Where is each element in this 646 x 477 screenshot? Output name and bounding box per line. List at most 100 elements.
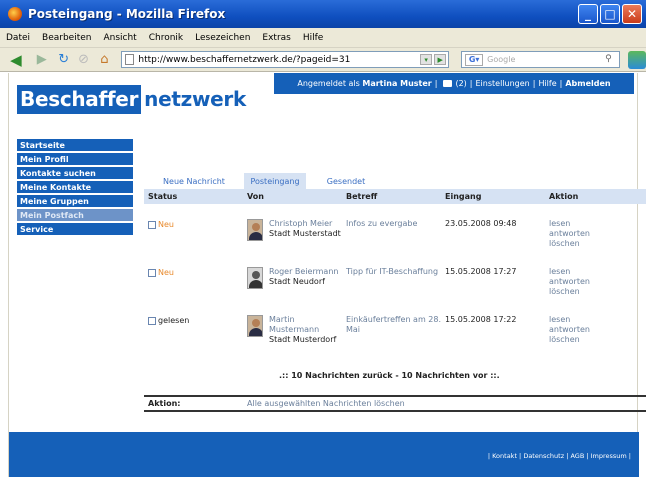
column-action: Aktion — [549, 192, 579, 201]
menu-file[interactable]: Datei — [6, 33, 30, 43]
logged-in-prefix: Angemeldet als — [297, 79, 360, 88]
logout-link[interactable]: Abmelden — [565, 79, 610, 88]
sidebar-item-meine-gruppen[interactable]: Meine Gruppen — [17, 195, 133, 207]
avatar-placeholder[interactable] — [247, 267, 263, 289]
row-actions: lesen antworten löschen — [549, 315, 590, 345]
site-logo[interactable]: Beschaffer netzwerk — [17, 85, 246, 114]
tab-neue-nachricht[interactable]: Neue Nachricht — [144, 173, 244, 189]
menu-tools[interactable]: Extras — [262, 33, 290, 43]
sidebar-item-service[interactable]: Service — [17, 223, 133, 235]
menu-edit[interactable]: Bearbeiten — [42, 33, 91, 43]
maximize-button[interactable]: □ — [600, 4, 620, 24]
url-text[interactable]: http://www.beschaffernetzwerk.de/?pageid… — [138, 55, 350, 65]
row-actions: lesen antworten löschen — [549, 219, 590, 249]
sender-cell: Roger Beiermann Stadt Neudorf — [269, 267, 347, 287]
subject-link[interactable]: Einkäufertreffen am 28. Mai — [346, 315, 444, 335]
menu-view[interactable]: Ansicht — [103, 33, 136, 43]
sender-city: Stadt Musterdorf — [269, 335, 337, 344]
received-date: 15.05.2008 17:22 — [445, 315, 517, 324]
help-link[interactable]: Hilfe — [538, 79, 556, 88]
avatar[interactable] — [247, 219, 263, 241]
status-label: gelesen — [158, 316, 190, 325]
side-navigation: Startseite Mein Profil Kontakte suchen M… — [17, 139, 133, 237]
search-placeholder[interactable]: Google — [487, 55, 515, 64]
search-icon[interactable]: ⚲ — [605, 54, 617, 65]
table-row: Neu Roger Beiermann Stadt Neudorf Tipp f… — [144, 267, 646, 315]
sender-name[interactable]: Roger Beiermann — [269, 267, 347, 277]
read-link[interactable]: lesen — [549, 267, 590, 277]
web-page: Angemeldet als Martina Muster | (2) | Ei… — [8, 73, 646, 477]
url-bar[interactable]: http://www.beschaffernetzwerk.de/?pageid… — [121, 51, 450, 68]
menu-bookmarks[interactable]: Lesezeichen — [195, 33, 250, 43]
read-link[interactable]: lesen — [549, 315, 590, 325]
table-header: Status Von Betreff Eingang Aktion — [144, 189, 646, 204]
footer-links[interactable]: | Kontakt | Datenschutz | AGB | Impressu… — [488, 452, 631, 460]
sidebar-item-mein-postfach[interactable]: Mein Postfach — [17, 209, 133, 221]
sidebar-item-meine-kontakte[interactable]: Meine Kontakte — [17, 181, 133, 193]
received-date: 15.05.2008 17:27 — [445, 267, 517, 276]
search-bar[interactable]: G▾ Google ⚲ — [461, 51, 621, 68]
table-row: Neu Christoph Meier Stadt Musterstadt In… — [144, 219, 646, 267]
status-cell: Neu — [148, 268, 174, 277]
sidebar-item-mein-profil[interactable]: Mein Profil — [17, 153, 133, 165]
forward-arrow-icon[interactable]: ▶ — [32, 52, 52, 68]
column-status: Status — [148, 192, 178, 201]
tab-gesendet[interactable]: Gesendet — [306, 173, 386, 189]
mail-count[interactable]: (2) — [455, 79, 466, 88]
column-date: Eingang — [445, 192, 482, 201]
column-from: Von — [247, 192, 264, 201]
window-controls: _ □ ✕ — [578, 4, 642, 24]
subject-link[interactable]: Tipp für IT-Beschaffung — [346, 267, 444, 277]
dropdown-arrow-icon[interactable]: ▾ — [420, 54, 433, 65]
back-arrow-icon[interactable]: ◀ — [4, 51, 28, 69]
bulk-action-bar: Aktion: Alle ausgewählten Nachrichten lö… — [144, 395, 646, 412]
reload-icon[interactable]: ↻ — [56, 52, 72, 68]
sidebar-item-startseite[interactable]: Startseite — [17, 139, 133, 151]
google-icon[interactable]: G▾ — [465, 53, 484, 66]
reply-link[interactable]: antworten — [549, 325, 590, 335]
menu-bar: Datei Bearbeiten Ansicht Chronik Lesezei… — [0, 28, 646, 48]
sender-name[interactable]: Christoph Meier — [269, 219, 347, 229]
pagination[interactable]: .:: 10 Nachrichten zurück - 10 Nachricht… — [279, 371, 500, 380]
menu-history[interactable]: Chronik — [149, 33, 183, 43]
sidebar-item-kontakte-suchen[interactable]: Kontakte suchen — [17, 167, 133, 179]
table-row: gelesen Martin Mustermann Stadt Musterdo… — [144, 315, 646, 363]
column-subject: Betreff — [346, 192, 378, 201]
navigation-toolbar: ◀ ▶ ↻ ⊘ ⌂ http://www.beschaffernetzwerk.… — [0, 48, 646, 72]
status-cell: gelesen — [148, 316, 189, 325]
settings-link[interactable]: Einstellungen — [476, 79, 530, 88]
close-button[interactable]: ✕ — [622, 4, 642, 24]
sender-city: Stadt Musterstadt — [269, 229, 341, 238]
delete-link[interactable]: löschen — [549, 335, 590, 345]
select-checkbox[interactable] — [148, 268, 156, 277]
reply-link[interactable]: antworten — [549, 277, 590, 287]
page-footer: | Kontakt | Datenschutz | AGB | Impressu… — [9, 432, 639, 477]
read-link[interactable]: lesen — [549, 219, 590, 229]
avatar[interactable] — [247, 315, 263, 337]
home-icon[interactable]: ⌂ — [95, 52, 113, 68]
stop-icon[interactable]: ⊘ — [76, 52, 92, 68]
user-bar: Angemeldet als Martina Muster | (2) | Ei… — [274, 73, 634, 94]
select-checkbox[interactable] — [148, 220, 156, 229]
logo-part2: netzwerk — [144, 87, 246, 111]
window-titlebar: Posteingang - Mozilla Firefox _ □ ✕ — [0, 0, 646, 28]
reply-link[interactable]: antworten — [549, 229, 590, 239]
tab-posteingang[interactable]: Posteingang — [244, 173, 306, 189]
select-checkbox[interactable] — [148, 316, 156, 325]
menu-help[interactable]: Hilfe — [303, 33, 323, 43]
delete-link[interactable]: löschen — [549, 239, 590, 249]
status-cell: Neu — [148, 220, 174, 229]
minimize-button[interactable]: _ — [578, 4, 598, 24]
subject-link[interactable]: Infos zu evergabe — [346, 219, 444, 229]
sender-cell: Martin Mustermann Stadt Musterdorf — [269, 315, 347, 345]
status-label: Neu — [158, 268, 174, 277]
action-label: Aktion: — [148, 399, 181, 408]
delete-link[interactable]: löschen — [549, 287, 590, 297]
mail-icon[interactable] — [443, 80, 453, 87]
extension-icon[interactable] — [628, 50, 646, 69]
mailbox-tabs: Neue Nachricht Posteingang Gesendet — [144, 173, 624, 189]
go-arrow-icon[interactable]: ▶ — [434, 54, 447, 65]
user-name: Martina Muster — [362, 79, 432, 88]
delete-selected-link[interactable]: Alle ausgewählten Nachrichten löschen — [247, 399, 405, 408]
sender-name[interactable]: Martin Mustermann — [269, 315, 347, 335]
